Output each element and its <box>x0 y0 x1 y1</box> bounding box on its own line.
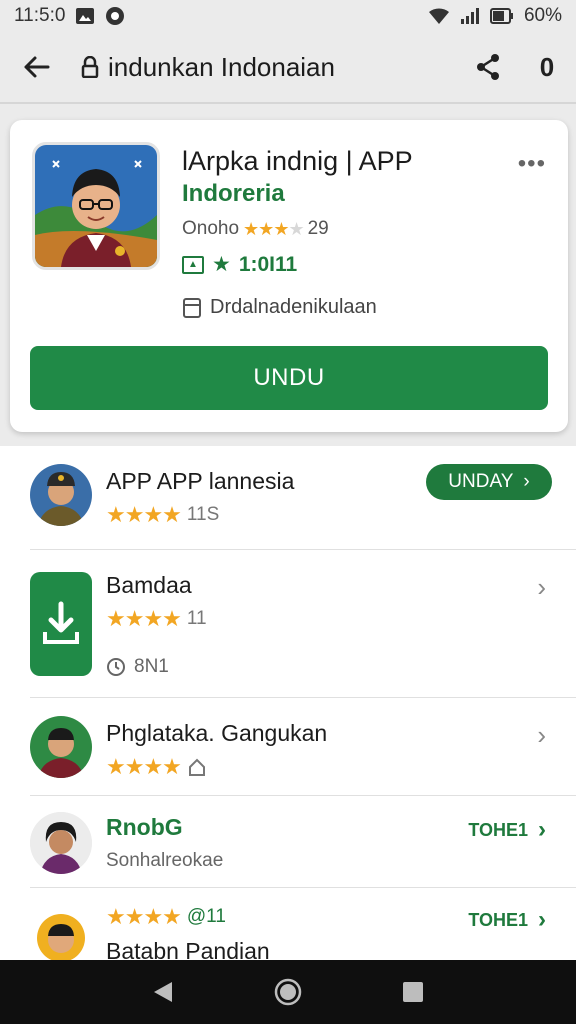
category-icon <box>183 297 201 318</box>
app-name: Phglataka. Gangukan <box>106 720 328 746</box>
download-app-icon <box>30 572 92 676</box>
back-arrow-icon <box>24 56 50 78</box>
star-rating-icon: ★★★★ <box>106 502 182 527</box>
app-avatar <box>30 716 92 778</box>
install-pill-button[interactable]: UNDAY › <box>426 464 552 500</box>
list-item[interactable]: APP APP lannesia ★★★★ 11S UNDAY › <box>0 446 576 550</box>
list-item[interactable]: Phglataka. Gangukan ★★★★ › <box>0 698 576 796</box>
app-name: RnobG <box>106 814 183 840</box>
lock-icon <box>72 56 108 78</box>
download-count: 1:0I11 <box>238 252 298 276</box>
app-avatar <box>30 812 92 874</box>
list-item[interactable]: Bamdaa ★★★★ 11 8N1 › <box>0 550 576 698</box>
app-rating: ★★★★ @11 <box>106 904 226 930</box>
app-rating: ★★★★ <box>106 754 207 780</box>
system-nav-bar <box>0 960 576 1024</box>
chevron-right-icon[interactable]: › <box>537 572 546 603</box>
chevron-right-icon[interactable]: › <box>537 720 546 751</box>
nav-back-button[interactable] <box>143 972 183 1012</box>
app-meta: 11S <box>186 504 220 525</box>
star-rating-icon: ★★★★ <box>106 904 182 929</box>
open-link-label: TOHE1 <box>468 909 528 930</box>
back-button[interactable] <box>0 31 72 103</box>
star-rating-icon: ★★★★ <box>243 218 305 239</box>
featured-app-category: Drdalnadenikulaan <box>182 296 377 319</box>
download-badge-icon: ▲ <box>182 255 204 274</box>
app-name: APP APP lannesia <box>106 468 295 494</box>
star-rating-icon: ★★★★ <box>106 606 182 631</box>
list-item[interactable]: RnobG Sonhalreokae TOHE1 › <box>0 796 576 888</box>
more-options-icon[interactable]: ••• <box>518 150 546 178</box>
app-rating: ★★★★ 11 <box>106 606 207 632</box>
nav-recents-icon <box>403 982 424 1002</box>
battery-icon <box>489 8 514 24</box>
app-subtext: 8N1 <box>106 656 169 678</box>
battery-percent: 60% <box>523 5 562 26</box>
status-time: 11:5:0 <box>14 5 66 26</box>
chevron-right-icon: › <box>523 471 530 492</box>
nav-home-button[interactable] <box>268 972 308 1012</box>
app-size: 8N1 <box>134 656 169 677</box>
chevron-right-icon: › <box>538 906 546 933</box>
share-button[interactable] <box>458 31 518 103</box>
status-left: 11:5:0 <box>14 5 125 27</box>
app-notification-icon <box>105 6 125 26</box>
featured-app-rating: Onoho ★★★★ 29 <box>182 218 329 240</box>
tab-count-button[interactable]: 0 <box>518 31 576 103</box>
rating-label: Onoho <box>182 218 240 239</box>
share-icon <box>477 54 499 80</box>
status-right: 60% <box>428 5 562 27</box>
related-apps-list: APP APP lannesia ★★★★ 11S UNDAY › Bamdaa… <box>0 446 576 960</box>
featured-app-downloads: ▲ ★ 1:0I11 <box>182 252 297 277</box>
nav-recents-button[interactable] <box>393 972 433 1012</box>
app-meta: @11 <box>186 906 226 927</box>
app-name: Bamdaa <box>106 572 192 598</box>
install-pill-label: UNDAY <box>448 471 514 492</box>
clock-icon <box>107 658 125 676</box>
app-meta: 11 <box>186 608 207 629</box>
app-avatar <box>30 464 92 526</box>
open-link-label: TOHE1 <box>468 819 528 840</box>
photo-notification-icon <box>75 7 95 25</box>
status-bar: 11:5:0 60% <box>0 0 576 32</box>
nav-home-icon <box>274 978 302 1006</box>
open-link-button[interactable]: TOHE1 › <box>468 816 546 844</box>
category-label: Drdalnadenikulaan <box>210 296 377 318</box>
signal-icon <box>460 7 480 25</box>
featured-app-card[interactable]: lArpka indnig | APP ••• Indoreria Onoho … <box>10 120 568 432</box>
install-button[interactable]: UNDU <box>30 346 548 410</box>
app-subtext: Sonhalreokae <box>106 850 224 871</box>
rating-count: 29 <box>307 218 329 239</box>
app-avatar <box>30 906 92 960</box>
star-rating-icon: ★★★★ <box>106 754 182 779</box>
nav-back-icon <box>153 982 172 1002</box>
featured-app-icon <box>32 142 160 270</box>
featured-app-title: lArpka indnig | APP <box>182 146 413 176</box>
app-bar: indunkan Indonaian 0 <box>0 32 576 104</box>
open-link-button[interactable]: TOHE1 › <box>468 906 546 934</box>
house-icon <box>188 758 205 776</box>
list-item[interactable]: ★★★★ @11 Batabn Pandian TOHE1 › <box>0 888 576 960</box>
app-rating: ★★★★ 11S <box>106 502 219 528</box>
wifi-icon <box>428 7 450 25</box>
app-name: Batabn Pandian <box>106 938 270 960</box>
chevron-right-icon: › <box>538 816 546 843</box>
page-title: indunkan Indonaian <box>108 51 335 82</box>
featured-app-developer[interactable]: Indoreria <box>182 180 285 208</box>
